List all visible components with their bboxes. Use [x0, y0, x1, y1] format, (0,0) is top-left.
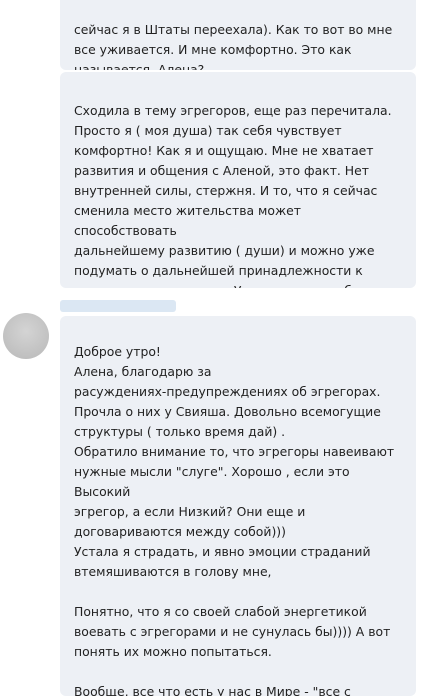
message-bubble: сейчас я в Штаты переехала). Как то вот … [60, 0, 416, 70]
message-text: Сходила в тему эгрегоров, еще раз перечи… [74, 103, 392, 288]
avatar[interactable] [3, 313, 49, 359]
message-bubble: Сходила в тему эгрегоров, еще раз перечи… [60, 72, 416, 288]
message-text: Доброе утро! Алена, благодарю за расужде… [74, 344, 395, 696]
sender-name-blurred[interactable] [60, 300, 176, 312]
message-bubble: Доброе утро! Алена, благодарю за расужде… [60, 316, 416, 696]
message-text: сейчас я в Штаты переехала). Как то вот … [74, 22, 393, 70]
